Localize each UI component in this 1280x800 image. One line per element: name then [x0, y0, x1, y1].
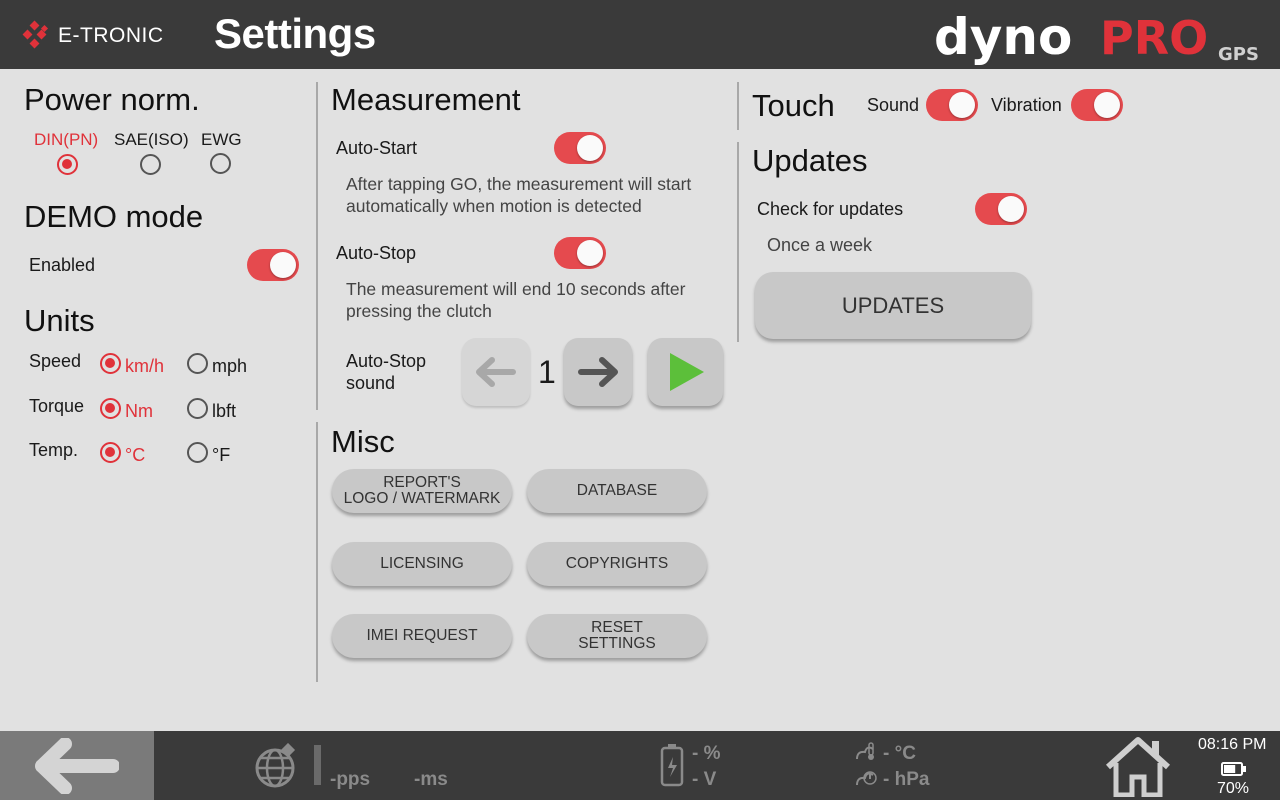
button-label: RESET	[591, 619, 643, 636]
speed-kmh-label: km/h	[125, 356, 165, 376]
power-norm-din-radio[interactable]	[57, 154, 78, 175]
torque-lbft-label: lbft	[212, 401, 237, 421]
torque-nm-label: Nm	[125, 401, 153, 421]
misc-title: Misc	[331, 424, 395, 459]
clock: 08:16 PM	[1198, 736, 1267, 753]
svg-text:GPS: GPS	[1218, 44, 1259, 65]
update-frequency: Once a week	[767, 235, 873, 255]
licensing-button[interactable]: LICENSING	[332, 542, 512, 586]
temp-celsius-label: °C	[125, 445, 146, 465]
check-updates-label: Check for updates	[757, 199, 904, 219]
svg-text:E-TRONIC: E-TRONIC	[58, 24, 164, 47]
status-bar: -pps -ms - % - V - °C - hPa 08:16 PM 70%	[0, 731, 1280, 800]
svg-text:PRO: PRO	[1100, 11, 1208, 65]
play-icon	[669, 353, 704, 391]
auto-stop-sound-label: Auto-Stop	[346, 351, 427, 371]
battery-voltage: - V	[692, 769, 717, 790]
etronic-logo: E-TRONIC	[22, 20, 164, 49]
device-battery-percent: 70%	[1217, 780, 1250, 797]
units-title: Units	[24, 303, 95, 338]
gps-ms-value: -ms	[414, 769, 448, 790]
touch-sound-toggle[interactable]	[926, 89, 978, 121]
sound-value: 1	[538, 354, 556, 390]
touch-vibration-toggle[interactable]	[1071, 89, 1123, 121]
sound-play-button[interactable]	[648, 338, 723, 406]
button-label: REPORT'S	[383, 474, 461, 491]
auto-stop-sound-label: sound	[346, 373, 396, 393]
imei-request-button[interactable]: IMEI REQUEST	[332, 614, 512, 658]
reset-settings-button[interactable]: RESET SETTINGS	[527, 614, 707, 658]
torque-lbft-radio[interactable]	[187, 398, 208, 419]
auto-stop-description: pressing the clutch	[346, 301, 492, 321]
pressure-icon	[856, 771, 877, 786]
button-label: SETTINGS	[578, 635, 656, 652]
speed-label: Speed	[29, 351, 82, 371]
touch-sound-label: Sound	[867, 95, 920, 115]
pressure-value: - hPa	[883, 769, 930, 790]
column-divider	[737, 142, 739, 342]
header-bar: E-TRONIC Settings dyno PRO GPS	[0, 0, 1280, 69]
auto-stop-toggle[interactable]	[554, 237, 606, 269]
column-divider	[737, 82, 739, 130]
gps-globe-icon	[255, 743, 296, 788]
power-norm-option-label: EWG	[201, 130, 242, 149]
auto-start-description: After tapping GO, the measurement will s…	[346, 174, 692, 194]
temp-fahrenheit-label: °F	[212, 445, 231, 465]
torque-nm-radio[interactable]	[100, 398, 121, 419]
power-norm-option-label: DIN(PN)	[34, 130, 99, 149]
page-title: Settings	[214, 10, 376, 57]
power-norm-sae-radio[interactable]	[140, 154, 161, 175]
touch-vibration-label: Vibration	[991, 95, 1062, 115]
temp-fahrenheit-radio[interactable]	[187, 442, 208, 463]
arrow-left-icon	[476, 357, 516, 387]
torque-label: Torque	[29, 396, 85, 416]
auto-start-description: automatically when motion is detected	[346, 196, 642, 216]
battery-percent: - %	[692, 743, 721, 764]
gps-pps-value: -pps	[330, 769, 371, 790]
temperature-value: - °C	[883, 743, 916, 764]
demo-mode-toggle[interactable]	[247, 249, 299, 281]
database-button[interactable]: DATABASE	[527, 469, 707, 513]
report-logo-watermark-button[interactable]: REPORT'S LOGO / WATERMARK	[332, 469, 512, 513]
temp-label: Temp.	[29, 440, 79, 460]
speed-mph-label: mph	[212, 356, 248, 376]
temp-celsius-radio[interactable]	[100, 442, 121, 463]
gps-signal-bar	[314, 745, 321, 785]
power-norm-ewg-radio[interactable]	[210, 153, 231, 174]
device-battery-icon	[1221, 762, 1246, 776]
auto-start-label: Auto-Start	[336, 138, 418, 158]
power-norm-option-label: SAE(ISO)	[114, 130, 189, 149]
auto-stop-label: Auto-Stop	[336, 243, 417, 263]
power-norm-title: Power norm.	[24, 82, 200, 117]
measurement-title: Measurement	[331, 82, 521, 117]
svg-text:dyno: dyno	[934, 8, 1072, 66]
back-button[interactable]	[0, 731, 154, 800]
auto-start-toggle[interactable]	[554, 132, 606, 164]
speed-mph-radio[interactable]	[187, 353, 208, 374]
button-label: LOGO / WATERMARK	[343, 490, 501, 507]
updates-title: Updates	[752, 143, 868, 178]
updates-button[interactable]: UPDATES	[755, 272, 1031, 339]
demo-enabled-label: Enabled	[29, 255, 96, 275]
column-divider	[316, 82, 318, 410]
column-divider	[316, 422, 318, 682]
auto-stop-description: The measurement will end 10 seconds afte…	[346, 279, 686, 299]
sound-next-button[interactable]	[564, 338, 632, 406]
speed-kmh-radio[interactable]	[100, 353, 121, 374]
touch-title: Touch	[752, 88, 835, 123]
arrow-right-icon	[578, 357, 618, 387]
sound-prev-button[interactable]	[462, 338, 530, 406]
demo-mode-title: DEMO mode	[24, 199, 204, 234]
battery-icon	[660, 744, 684, 787]
dynopro-gps-logo: dyno PRO GPS	[934, 8, 1259, 66]
temperature-icon	[856, 742, 874, 760]
home-icon[interactable]	[1104, 735, 1172, 797]
check-updates-toggle[interactable]	[975, 193, 1027, 225]
arrow-left-icon	[35, 737, 119, 794]
copyrights-button[interactable]: COPYRIGHTS	[527, 542, 707, 586]
